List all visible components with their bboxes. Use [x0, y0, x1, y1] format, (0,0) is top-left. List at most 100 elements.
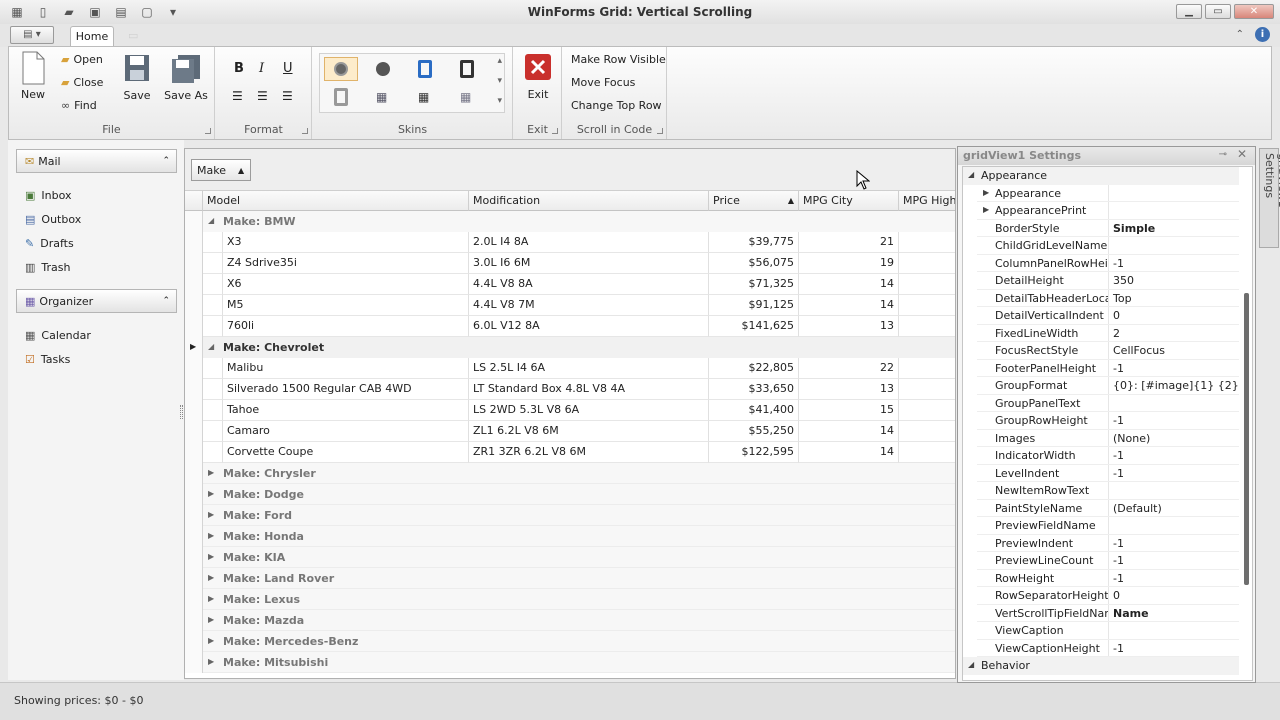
- expand-group-icon[interactable]: ▶: [208, 489, 214, 498]
- group-row[interactable]: ▶ Make: Honda: [185, 526, 955, 547]
- table-cell[interactable]: 3.0L I6 6M: [469, 253, 709, 274]
- scroll-launcher-icon[interactable]: [657, 128, 663, 134]
- group-row[interactable]: ▶ Make: Mitsubishi: [185, 652, 955, 673]
- property-value[interactable]: -1: [1113, 572, 1124, 585]
- group-row[interactable]: ▶ Make: Mercedes-Benz: [185, 631, 955, 652]
- expand-property-icon[interactable]: ▶: [983, 205, 989, 214]
- table-cell[interactable]: 19: [799, 253, 899, 274]
- collapse-category-icon[interactable]: ◢: [968, 660, 974, 669]
- table-cell[interactable]: Corvette Coupe: [223, 442, 469, 463]
- table-cell[interactable]: X3: [223, 232, 469, 253]
- minimize-ribbon-icon[interactable]: ⌃: [1236, 29, 1244, 40]
- table-cell[interactable]: X6: [223, 274, 469, 295]
- table-row[interactable]: Camaro ZL1 6.2L V8 6M $55,250 14: [185, 421, 955, 442]
- make-row-visible-button[interactable]: Make Row Visible: [571, 53, 666, 66]
- underline-button[interactable]: U: [283, 61, 293, 76]
- table-row[interactable]: 760li 6.0L V12 8A $141,625 13: [185, 316, 955, 337]
- table-cell[interactable]: $71,325: [709, 274, 799, 295]
- expand-property-icon[interactable]: ▶: [983, 188, 989, 197]
- skin-dark-icon[interactable]: [334, 62, 348, 76]
- property-row[interactable]: FooterPanelHeight -1: [963, 359, 1239, 378]
- property-value[interactable]: -1: [1113, 449, 1124, 462]
- table-cell[interactable]: [899, 295, 955, 316]
- table-cell[interactable]: Z4 Sdrive35i: [223, 253, 469, 274]
- table-row[interactable]: Corvette Coupe ZR1 3ZR 6.2L V8 6M $122,595…: [185, 442, 955, 463]
- expand-group-icon[interactable]: ▶: [208, 468, 214, 477]
- property-row[interactable]: ViewCaptionHeight -1: [963, 639, 1239, 658]
- align-center-icon[interactable]: ☰: [257, 89, 268, 103]
- italic-button[interactable]: I: [259, 61, 264, 76]
- property-value[interactable]: 350: [1113, 274, 1134, 287]
- property-value[interactable]: -1: [1113, 257, 1124, 270]
- property-row[interactable]: PreviewFieldName: [963, 517, 1239, 535]
- group-row[interactable]: ▶ Make: Lexus: [185, 589, 955, 610]
- nav-item-outbox[interactable]: ▤ Outbox: [8, 207, 184, 231]
- table-cell[interactable]: $55,250: [709, 421, 799, 442]
- table-cell[interactable]: [899, 274, 955, 295]
- table-cell[interactable]: 13: [799, 316, 899, 337]
- property-row[interactable]: VertScrollTipFieldName Name: [963, 604, 1239, 623]
- table-row[interactable]: Malibu LS 2.5L I4 6A $22,805 22: [185, 358, 955, 379]
- skin-office-blue-icon[interactable]: [418, 60, 432, 78]
- exit-launcher-icon[interactable]: [552, 128, 558, 134]
- group-row[interactable]: ▶ Make: Chrysler: [185, 463, 955, 484]
- property-row[interactable]: GroupFormat {0}: [#image]{1} {2}: [963, 377, 1239, 395]
- table-cell[interactable]: $141,625: [709, 316, 799, 337]
- expand-group-icon[interactable]: ▶: [208, 531, 214, 540]
- info-icon[interactable]: i: [1255, 27, 1270, 42]
- property-value[interactable]: 0: [1113, 589, 1120, 602]
- property-row[interactable]: LevelIndent -1: [963, 464, 1239, 483]
- change-top-row-button[interactable]: Change Top Row: [571, 99, 662, 112]
- expand-group-icon[interactable]: ▶: [208, 657, 214, 666]
- table-cell[interactable]: 760li: [223, 316, 469, 337]
- table-cell[interactable]: 14: [799, 295, 899, 316]
- table-cell[interactable]: Silverado 1500 Regular CAB 4WD: [223, 379, 469, 400]
- table-cell[interactable]: Tahoe: [223, 400, 469, 421]
- column-header-model[interactable]: Model: [203, 191, 469, 211]
- table-row[interactable]: X6 4.4L V8 8A $71,325 14: [185, 274, 955, 295]
- property-row[interactable]: DetailHeight 350: [963, 272, 1239, 290]
- skin-grid-icon-2[interactable]: ▦: [418, 90, 429, 104]
- table-cell[interactable]: $56,075: [709, 253, 799, 274]
- table-cell[interactable]: 14: [799, 274, 899, 295]
- table-cell[interactable]: M5: [223, 295, 469, 316]
- table-row[interactable]: Z4 Sdrive35i 3.0L I6 6M $56,075 19: [185, 253, 955, 274]
- property-row[interactable]: GroupRowHeight -1: [963, 412, 1239, 430]
- expand-group-icon[interactable]: ▶: [208, 615, 214, 624]
- property-value[interactable]: -1: [1113, 554, 1124, 567]
- expand-group-icon[interactable]: ▶: [208, 510, 214, 519]
- group-row[interactable]: ▶ Make: Ford: [185, 505, 955, 526]
- property-value[interactable]: -1: [1113, 414, 1124, 427]
- expand-group-icon[interactable]: ▶: [208, 636, 214, 645]
- skin-gallery[interactable]: ▦ ▦ ▦ ▴ ▾ ▾: [319, 53, 505, 113]
- property-row[interactable]: DetailVerticalIndent 0: [963, 307, 1239, 325]
- property-row[interactable]: FocusRectStyle CellFocus: [963, 342, 1239, 360]
- save-button[interactable]: Save: [119, 53, 155, 102]
- gallery-scroll-up-icon[interactable]: ▴: [497, 56, 502, 66]
- table-cell[interactable]: 15: [799, 400, 899, 421]
- table-cell[interactable]: Malibu: [223, 358, 469, 379]
- property-category[interactable]: ◢ Appearance: [963, 167, 1239, 185]
- property-value[interactable]: Top: [1113, 292, 1132, 305]
- open-button[interactable]: ▰ Open: [61, 53, 103, 66]
- move-focus-button[interactable]: Move Focus: [571, 76, 635, 89]
- column-header-price[interactable]: Price ▲: [709, 191, 799, 211]
- minimize-button[interactable]: ▁: [1176, 4, 1202, 19]
- table-cell[interactable]: 14: [799, 421, 899, 442]
- property-row[interactable]: PaintStyleName (Default): [963, 499, 1239, 518]
- application-menu-button[interactable]: ▤ ▾: [10, 26, 54, 44]
- table-cell[interactable]: [899, 358, 955, 379]
- group-row[interactable]: ▶ Make: Land Rover: [185, 568, 955, 589]
- group-row[interactable]: ▶ Make: Dodge: [185, 484, 955, 505]
- property-row[interactable]: ChildGridLevelName: [963, 237, 1239, 255]
- skin-grid-icon-1[interactable]: ▦: [376, 90, 387, 104]
- property-row[interactable]: IndicatorWidth -1: [963, 447, 1239, 465]
- table-cell[interactable]: $41,400: [709, 400, 799, 421]
- table-cell[interactable]: 14: [799, 442, 899, 463]
- pin-icon[interactable]: ⊸: [1219, 149, 1227, 160]
- property-row[interactable]: DetailTabHeaderLocation Top: [963, 289, 1239, 308]
- exit-button[interactable]: Exit: [520, 53, 556, 101]
- collapse-group-icon[interactable]: ◢: [208, 342, 214, 351]
- table-cell[interactable]: ZR1 3ZR 6.2L V8 6M: [469, 442, 709, 463]
- skin-office-black-icon[interactable]: [460, 60, 474, 78]
